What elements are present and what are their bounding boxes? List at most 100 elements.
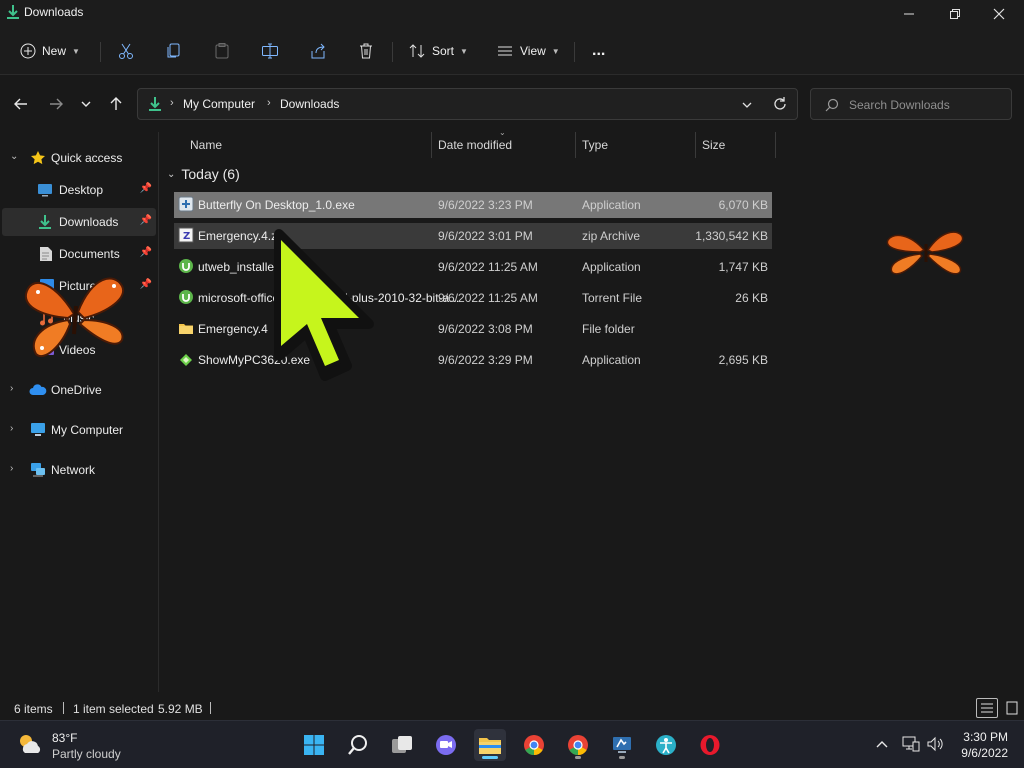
restore-button[interactable] [932,0,978,28]
clock[interactable]: 3:30 PM 9/6/2022 [961,729,1008,761]
chevron-up-icon[interactable] [876,739,888,749]
sidebar-item-label: Desktop [59,183,104,197]
search-button[interactable] [342,729,374,761]
sidebar-item-downloads[interactable]: Downloads 📌 [2,208,156,236]
view-icon [498,46,512,56]
more-options-button[interactable]: ... [592,36,605,66]
file-explorer-button[interactable] [474,729,506,761]
copy-button[interactable] [165,36,183,66]
file-date: 9/6/2022 3:29 PM [438,353,533,367]
svg-text:Z: Z [183,231,190,242]
volume-icon[interactable] [926,736,944,752]
column-divider[interactable] [431,132,432,158]
navigation-pane: ⌄ Quick access Desktop 📌 Downloads 📌 Doc… [0,132,158,692]
recent-locations-button[interactable] [74,92,98,116]
utorrent-icon [179,259,193,273]
file-row[interactable]: Butterfly On Desktop_1.0.exe 9/6/2022 3:… [174,192,772,218]
share-button[interactable] [309,36,327,66]
selection-count: 1 item selected [73,702,154,716]
tiles-view-icon [1006,701,1018,715]
file-type: Application [582,198,641,212]
sidebar-item-my-computer[interactable]: › My Computer [2,416,156,444]
file-row[interactable]: microsoft-office-professional-plus-2010-… [174,285,772,311]
sidebar-item-quick-access[interactable]: ⌄ Quick access [2,144,156,172]
cloud-icon [29,384,47,395]
remote-desktop-button[interactable] [606,729,638,761]
paste-button[interactable] [213,36,231,66]
column-header-type[interactable]: Type [582,138,608,152]
sidebar-item-onedrive[interactable]: › OneDrive [2,376,156,404]
file-row[interactable]: Emergency.4 9/6/2022 3:08 PM File folder [174,316,772,342]
pane-splitter[interactable] [158,132,159,692]
downloads-icon [149,97,161,111]
delete-button[interactable] [357,36,375,66]
file-type: File folder [582,322,635,336]
column-header-name[interactable]: Name [190,138,222,152]
tiles-view-button[interactable] [1002,698,1022,718]
chrome-button[interactable] [518,729,550,761]
accessibility-icon [656,735,676,755]
new-button[interactable]: New ▼ [20,36,80,66]
toolbar-divider [574,42,575,62]
file-name: Butterfly On Desktop_1.0.exe [198,198,355,212]
chevron-down-icon: ▼ [72,46,80,56]
accessibility-app-button[interactable] [650,729,682,761]
pin-icon: 📌 [139,279,152,290]
minimize-button[interactable] [886,0,932,28]
details-view-icon [981,703,993,713]
file-row[interactable]: Z Emergency.4.zip 9/6/2022 3:01 PM zip A… [174,223,772,249]
opera-button[interactable] [694,729,726,761]
chevron-down-icon: ⌄ [167,168,176,180]
chevron-down-icon[interactable] [741,99,753,111]
start-button[interactable] [298,729,330,761]
sidebar-item-documents[interactable]: Documents 📌 [2,240,156,268]
computer-icon [31,423,45,436]
task-view-button[interactable] [386,729,418,761]
rename-button[interactable] [261,36,279,66]
up-button[interactable] [104,92,128,116]
sidebar-item-label: Documents [59,247,120,261]
document-icon [40,247,52,261]
column-header-date-modified[interactable]: Date modified [438,138,512,152]
file-row[interactable]: utweb_installer.exe 9/6/2022 11:25 AM Ap… [174,254,772,280]
chevron-down-icon: ▼ [460,46,468,56]
file-type: Torrent File [582,291,643,305]
cursor-icon [274,229,374,381]
chat-icon [436,735,456,755]
forward-button[interactable] [44,92,68,116]
column-divider[interactable] [695,132,696,158]
search-box[interactable] [810,88,1012,120]
breadcrumb-downloads[interactable]: Downloads [280,97,339,111]
sidebar-item-network[interactable]: › Network [2,456,156,484]
back-button[interactable] [9,92,33,116]
sort-icon [409,44,425,58]
group-header-today[interactable]: ⌄ Today (6) [167,166,240,182]
file-row[interactable]: ShowMyPC3620.exe 9/6/2022 3:29 PM Applic… [174,347,772,373]
view-button[interactable]: View ▼ [496,36,560,66]
weather-widget[interactable]: 83°F Partly cloudy [0,721,140,768]
network-status-icon[interactable] [902,736,920,752]
chevron-right-icon: › [10,383,14,394]
sort-button[interactable]: Sort ▼ [408,36,468,66]
chrome-profile-button[interactable] [562,729,594,761]
cut-button[interactable] [117,36,135,66]
teams-chat-button[interactable] [430,729,462,761]
close-icon [993,8,1005,20]
search-input[interactable] [849,96,999,114]
column-divider[interactable] [775,132,776,158]
file-date: 9/6/2022 11:25 AM [438,260,538,274]
search-icon [348,735,367,755]
column-header-size[interactable]: Size [702,138,725,152]
column-divider[interactable] [575,132,576,158]
chevron-down-icon: ⌄ [10,151,19,162]
sidebar-item-desktop[interactable]: Desktop 📌 [2,176,156,204]
file-type: Application [582,260,641,274]
close-button[interactable] [976,0,1022,28]
details-view-button[interactable] [976,698,998,718]
refresh-icon[interactable] [772,96,788,112]
file-size: 2,695 KB [718,353,768,367]
breadcrumb-my-computer[interactable]: My Computer [183,97,255,111]
network-icon [31,463,45,477]
title-bar: Downloads [0,0,1024,28]
address-bar[interactable]: › My Computer › Downloads [137,88,798,120]
